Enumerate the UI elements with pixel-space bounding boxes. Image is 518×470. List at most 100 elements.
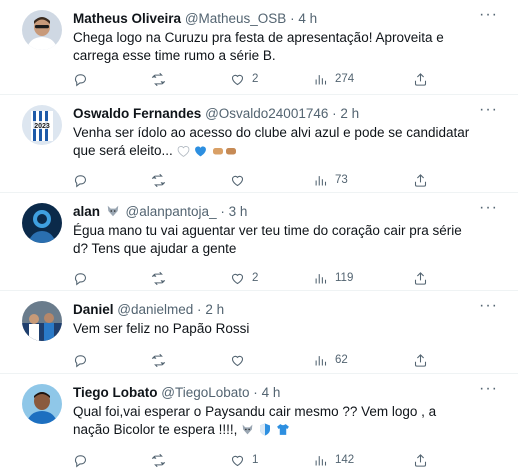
more-icon[interactable]: ··· (479, 381, 498, 397)
like-icon (231, 355, 244, 366)
display-name[interactable]: Matheus Oliveira (73, 11, 181, 26)
separator: · (332, 106, 337, 121)
tweet-actions: 2 119 (73, 269, 473, 287)
views-count: 62 (335, 354, 348, 366)
reply-button[interactable] (73, 171, 88, 189)
user-handle[interactable]: @danielmed (117, 302, 193, 317)
more-icon[interactable]: ··· (479, 7, 498, 23)
like-button[interactable] (230, 351, 252, 369)
more-icon[interactable]: ··· (479, 298, 498, 314)
reply-button[interactable] (73, 70, 88, 88)
timestamp[interactable]: 4 h (262, 385, 281, 400)
reply-button[interactable] (73, 451, 88, 469)
timestamp[interactable]: 2 h (205, 302, 224, 317)
user-handle[interactable]: @TiegoLobato (161, 385, 249, 400)
tweet[interactable]: Daniel @danielmed · 2 h ··· Vem ser feli… (0, 291, 518, 374)
replies-feed: Matheus Oliveira @Matheus_OSB · 4 h ··· … (0, 0, 518, 470)
retweet-icon (151, 271, 166, 285)
avatar[interactable] (22, 10, 62, 50)
tweet[interactable]: Matheus Oliveira @Matheus_OSB · 4 h ··· … (0, 0, 518, 95)
tweet-text-container: Qual foi,vai esperar o Paysandu cair mes… (73, 403, 473, 441)
views-icon (315, 355, 327, 365)
share-icon (414, 453, 427, 467)
reply-icon (74, 73, 87, 87)
retweet-button[interactable] (151, 70, 166, 88)
avatar[interactable]: 2023 (22, 105, 62, 145)
user-handle[interactable]: @Matheus_OSB (185, 11, 287, 26)
retweet-button[interactable] (151, 171, 166, 189)
reply-icon (74, 354, 87, 368)
like-button[interactable]: 2 (230, 70, 258, 88)
tweet-actions: 73 (73, 171, 473, 189)
user-handle[interactable]: @alanpantoja_ (126, 204, 217, 219)
avatar[interactable] (22, 203, 62, 243)
like-icon (231, 455, 244, 466)
more-icon[interactable]: ··· (479, 102, 498, 118)
separator: · (197, 302, 202, 317)
tweet-text-container: Venha ser ídolo ao acesso do clube alvi … (73, 124, 473, 162)
tweet-text: Chega logo na Curuzu pra festa de aprese… (73, 30, 444, 63)
display-name[interactable]: Tiego Lobato (73, 385, 158, 400)
blue-heart-icon (194, 144, 207, 162)
retweet-button[interactable] (151, 451, 166, 469)
share-icon (414, 271, 427, 285)
retweet-button[interactable] (151, 351, 166, 369)
tweet-header: Matheus Oliveira @Matheus_OSB · 4 h (73, 10, 474, 27)
views-button[interactable]: 274 (313, 70, 354, 88)
views-button[interactable]: 119 (313, 269, 353, 287)
views-count: 142 (335, 454, 355, 466)
views-icon (315, 74, 327, 84)
views-icon (315, 175, 327, 185)
display-name[interactable]: Oswaldo Fernandes (73, 106, 201, 121)
like-icon (231, 74, 244, 85)
like-icon (231, 175, 244, 186)
views-count: 73 (335, 174, 348, 186)
views-button[interactable]: 142 (313, 451, 354, 469)
tweet-text: Venha ser ídolo ao acesso do clube alvi … (73, 125, 470, 158)
like-count: 2 (252, 272, 259, 284)
like-button[interactable] (230, 171, 252, 189)
share-button[interactable] (413, 269, 428, 287)
avatar[interactable] (22, 301, 62, 341)
views-button[interactable]: 62 (313, 351, 348, 369)
user-handle[interactable]: @Osvaldo24001746 (205, 106, 328, 121)
share-button[interactable] (413, 70, 428, 88)
like-button[interactable]: 1 (230, 451, 258, 469)
display-name[interactable]: alan (73, 204, 100, 219)
retweet-icon (151, 72, 166, 86)
reply-icon (74, 272, 87, 286)
display-name[interactable]: Daniel (73, 302, 114, 317)
retweet-icon (151, 453, 166, 467)
tweet[interactable]: Tiego Lobato @TiegoLobato · 4 h ··· Qual… (0, 374, 518, 470)
timestamp[interactable]: 4 h (298, 11, 317, 26)
separator: · (290, 11, 295, 26)
tweet-header: Oswaldo Fernandes @Osvaldo24001746 · 2 h (73, 105, 474, 122)
share-icon (414, 72, 427, 86)
retweet-button[interactable] (151, 269, 166, 287)
wolf-emoji-icon (106, 204, 120, 222)
tweet-header: Tiego Lobato @TiegoLobato · 4 h (73, 384, 474, 401)
share-button[interactable] (413, 351, 428, 369)
timestamp[interactable]: 2 h (340, 106, 359, 121)
shirt-icon (276, 423, 290, 441)
views-button[interactable]: 73 (313, 171, 348, 189)
tweet[interactable]: 2023 Oswaldo Fernandes @Osvaldo24001746 … (0, 95, 518, 193)
share-button[interactable] (413, 171, 428, 189)
like-icon (231, 273, 244, 284)
more-icon[interactable]: ··· (479, 200, 498, 216)
tweet-header: alan @alanpantoja_ · 3 h (73, 203, 474, 222)
tweet-actions: 62 (73, 351, 473, 369)
like-button[interactable]: 2 (230, 269, 258, 287)
avatar[interactable] (22, 384, 62, 424)
svg-text:2023: 2023 (34, 123, 50, 130)
share-button[interactable] (413, 451, 428, 469)
reply-button[interactable] (73, 351, 88, 369)
views-count: 119 (335, 272, 354, 284)
views-count: 274 (335, 73, 355, 85)
reply-button[interactable] (73, 269, 88, 287)
timestamp[interactable]: 3 h (229, 204, 248, 219)
tweet-header: Daniel @danielmed · 2 h (73, 301, 474, 318)
retweet-icon (151, 353, 166, 367)
tweet[interactable]: alan @alanpantoja_ · 3 h ··· Égua mano t… (0, 193, 518, 291)
separator: · (220, 204, 225, 219)
